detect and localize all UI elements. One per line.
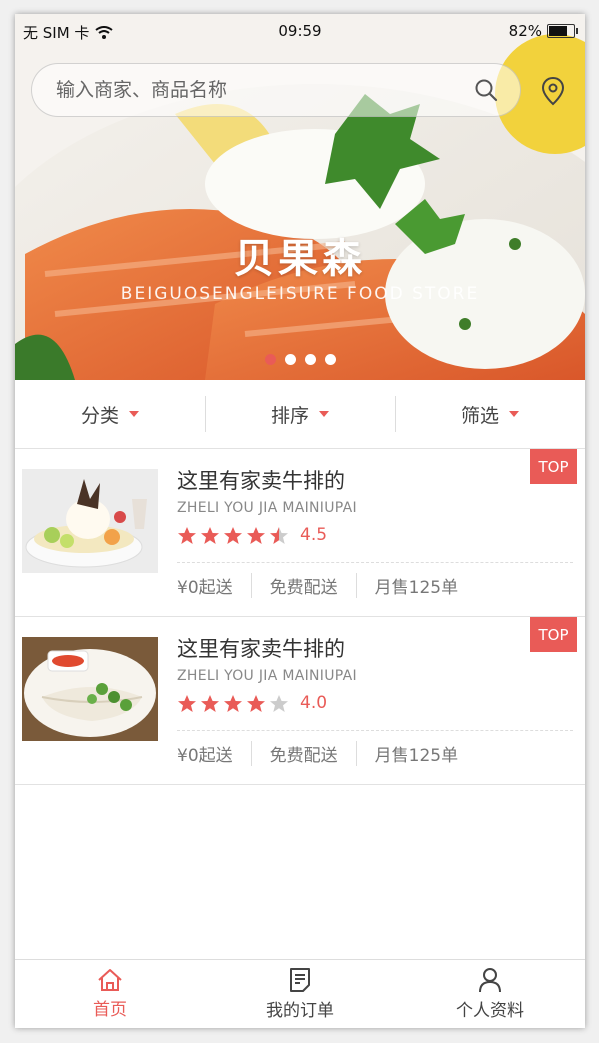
tab-bar: 首页 我的订单 个人资料 (15, 959, 585, 1028)
shop-name: 这里有家卖牛排的 (177, 637, 345, 661)
star-icon (178, 694, 196, 712)
carousel-dot[interactable] (284, 354, 296, 365)
rating-stars: 4.5 (177, 525, 327, 545)
star-icon (201, 694, 219, 712)
star-icon (247, 526, 265, 544)
status-bar: 无 SIM 卡 09:59 82% (15, 14, 585, 46)
filter-category-label: 分类 (80, 404, 119, 427)
battery-percent: 82% (508, 22, 542, 40)
tab-home-label: 首页 (93, 1000, 127, 1020)
home-icon (98, 969, 122, 991)
tab-home[interactable]: 首页 (15, 960, 205, 1028)
shop-pinyin: ZHELI YOU JIA MAINIUPAI (177, 500, 357, 516)
star-icon (178, 526, 196, 544)
rating-value: 4.5 (300, 525, 328, 545)
filter-category[interactable]: 分类 (15, 380, 205, 448)
rating-stars: 4.0 (177, 693, 327, 713)
banner-title: 贝果森 (234, 236, 366, 282)
monthly-sales: 月售125单 (355, 741, 476, 766)
min-order: ¥0起送 (177, 746, 233, 766)
shop-meta: ¥0起送 免费配送 月售125单 (177, 573, 476, 598)
carousel-dots[interactable] (15, 354, 585, 365)
caret-down-icon (129, 411, 139, 417)
star-icon (224, 694, 242, 712)
status-time: 09:59 (278, 22, 322, 40)
hero-banner[interactable]: 无 SIM 卡 09:59 82% 贝果 (15, 14, 585, 380)
star-icon (270, 694, 288, 712)
location-pin-icon[interactable] (541, 76, 565, 106)
battery-fill (549, 26, 568, 36)
divider (177, 562, 573, 563)
star-icon (270, 526, 288, 544)
divider (177, 730, 573, 731)
delivery-fee: 免费配送 (250, 573, 356, 598)
carousel-dot[interactable] (324, 354, 336, 365)
filter-sort[interactable]: 排序 (205, 380, 395, 448)
shop-name: 这里有家卖牛排的 (177, 469, 345, 493)
shop-pinyin: ZHELI YOU JIA MAINIUPAI (177, 668, 357, 684)
star-icon (247, 694, 265, 712)
shop-meta: ¥0起送 免费配送 月售125单 (177, 741, 476, 766)
top-badge: TOP (530, 449, 577, 484)
filter-bar: 分类 排序 筛选 (15, 380, 585, 449)
carousel-dot[interactable] (264, 354, 276, 365)
delivery-fee: 免费配送 (250, 741, 356, 766)
shop-list: 这里有家卖牛排的 ZHELI YOU JIA MAINIUPAI 4.5 ¥0起… (15, 449, 585, 785)
battery-icon (547, 24, 578, 38)
order-icon (290, 968, 310, 992)
caret-down-icon (319, 411, 329, 417)
shop-thumbnail-rolls (22, 637, 158, 741)
filter-screen[interactable]: 筛选 (395, 380, 585, 448)
person-icon (479, 968, 501, 993)
tab-profile-label: 个人资料 (456, 1001, 524, 1021)
shop-card[interactable]: 这里有家卖牛排的 ZHELI YOU JIA MAINIUPAI 4.5 ¥0起… (15, 449, 585, 617)
carousel-dot[interactable] (304, 354, 316, 365)
top-badge: TOP (530, 617, 577, 652)
tab-orders[interactable]: 我的订单 (205, 960, 395, 1028)
star-icon (224, 526, 242, 544)
search-input[interactable] (54, 78, 474, 102)
caret-down-icon (509, 411, 519, 417)
shop-thumbnail-dessert (22, 469, 158, 573)
filter-screen-label: 筛选 (460, 404, 499, 427)
min-order: ¥0起送 (177, 578, 233, 598)
banner-subtitle: BEIGUOSENGLEISURE FOOD STORE (120, 284, 480, 304)
tab-profile[interactable]: 个人资料 (395, 960, 585, 1028)
app-screen: 无 SIM 卡 09:59 82% 贝果 (15, 14, 585, 1028)
rating-value: 4.0 (300, 693, 328, 713)
search-bar[interactable] (31, 63, 521, 117)
star-icon (201, 526, 219, 544)
filter-sort-label: 排序 (270, 404, 309, 427)
search-icon[interactable] (474, 78, 498, 102)
tab-orders-label: 我的订单 (266, 1001, 334, 1021)
shop-card[interactable]: 这里有家卖牛排的 ZHELI YOU JIA MAINIUPAI 4.0 ¥0起… (15, 617, 585, 785)
monthly-sales: 月售125单 (355, 573, 476, 598)
